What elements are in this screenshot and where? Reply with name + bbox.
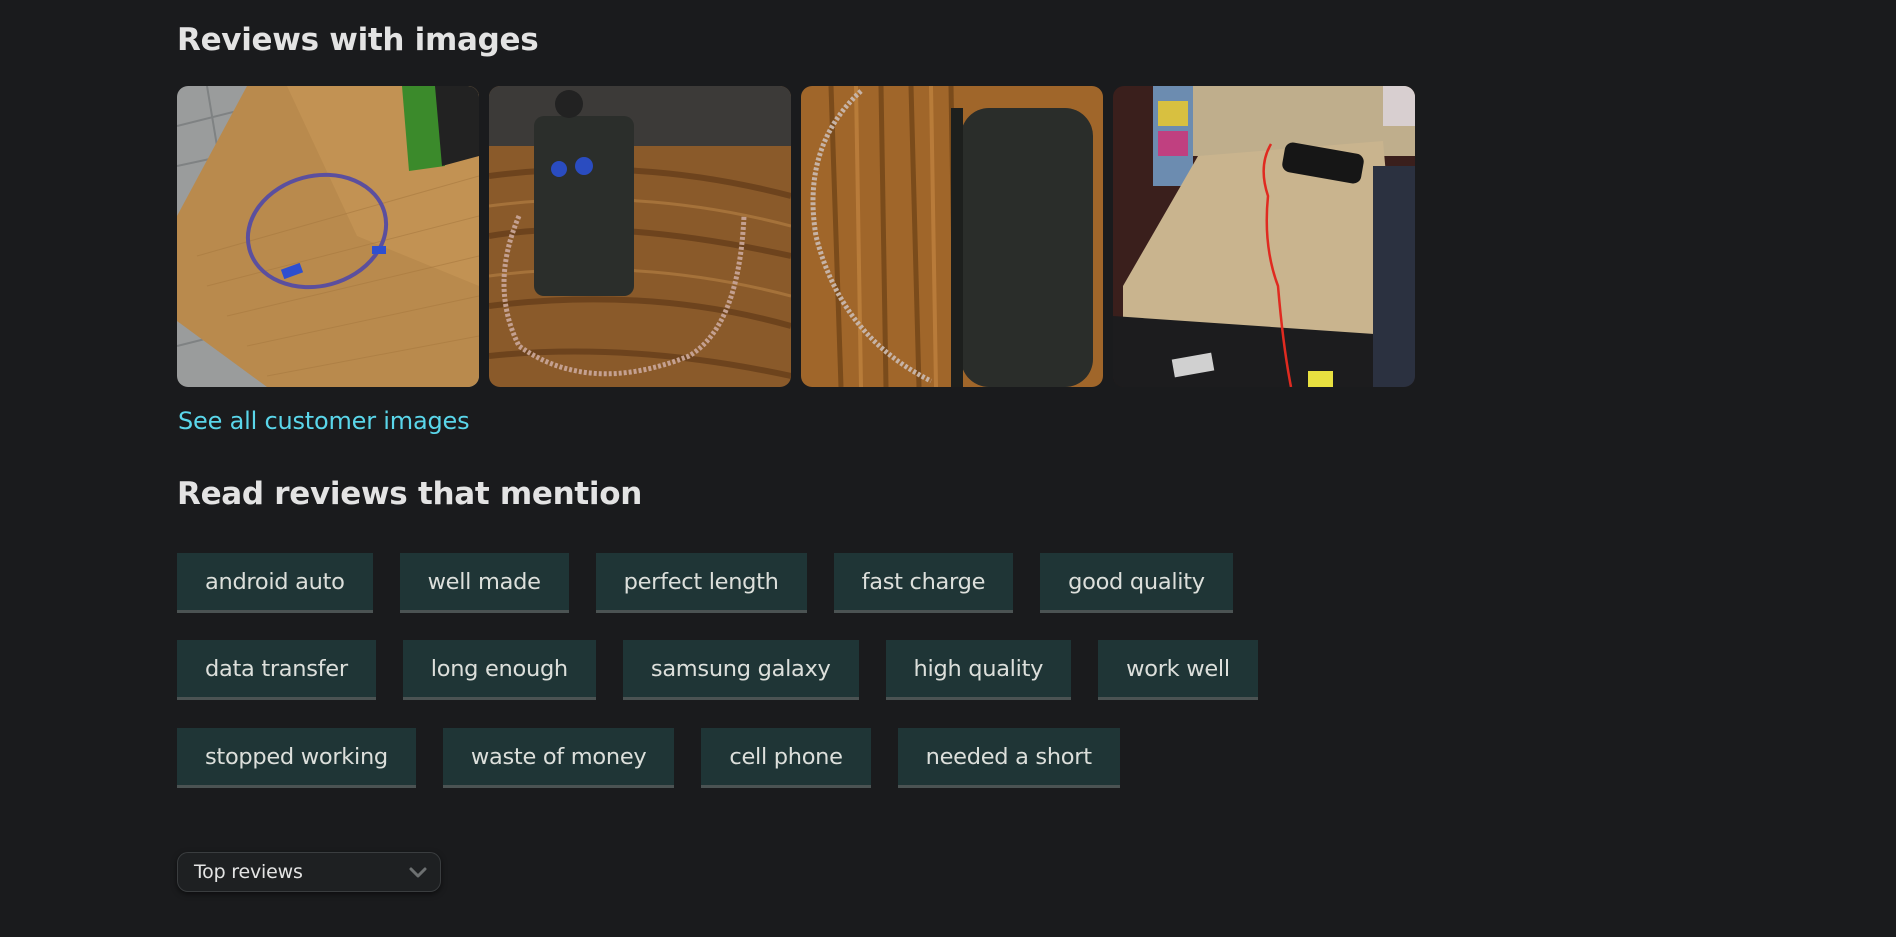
sort-reviews-dropdown[interactable]: Top reviews [177, 852, 441, 892]
review-image-photo [177, 86, 479, 387]
review-image[interactable] [801, 86, 1103, 387]
mention-chip[interactable]: waste of money [442, 728, 675, 788]
mention-chip[interactable]: perfect length [595, 553, 807, 613]
review-image-photo [801, 86, 1103, 387]
reviews-with-images-heading: Reviews with images [177, 22, 539, 58]
review-image[interactable] [177, 86, 479, 387]
mention-chip[interactable]: cell phone [701, 728, 871, 788]
mention-chip[interactable]: well made [399, 553, 569, 613]
review-images-row [177, 86, 1415, 387]
review-image[interactable] [489, 86, 791, 387]
chevron-down-icon [409, 867, 427, 878]
review-image-photo [489, 86, 791, 387]
mention-chip[interactable]: high quality [885, 640, 1072, 700]
mention-chip[interactable]: data transfer [177, 640, 376, 700]
mention-chip-row: android auto well made perfect length fa… [177, 553, 1258, 613]
sort-selected-value: Top reviews [194, 861, 303, 883]
mention-chip[interactable]: fast charge [833, 553, 1014, 613]
mention-chip[interactable]: good quality [1040, 553, 1233, 613]
mention-chip[interactable]: long enough [402, 640, 596, 700]
mention-chip[interactable]: samsung galaxy [622, 640, 859, 700]
mention-chip-row: stopped working waste of money cell phon… [177, 728, 1258, 788]
mention-chip[interactable]: android auto [177, 553, 373, 613]
read-reviews-that-mention-heading: Read reviews that mention [177, 476, 642, 512]
reviews-page: Reviews with images See all customer ima… [0, 0, 1896, 937]
mention-chip-row: data transfer long enough samsung galaxy… [177, 640, 1258, 700]
mention-chips: android auto well made perfect length fa… [177, 553, 1258, 815]
mention-chip[interactable]: work well [1098, 640, 1258, 700]
mention-chip[interactable]: needed a short [897, 728, 1120, 788]
mention-chip[interactable]: stopped working [177, 728, 416, 788]
review-image-photo [1113, 86, 1415, 387]
review-image[interactable] [1113, 86, 1415, 387]
see-all-customer-images-link[interactable]: See all customer images [178, 407, 470, 435]
